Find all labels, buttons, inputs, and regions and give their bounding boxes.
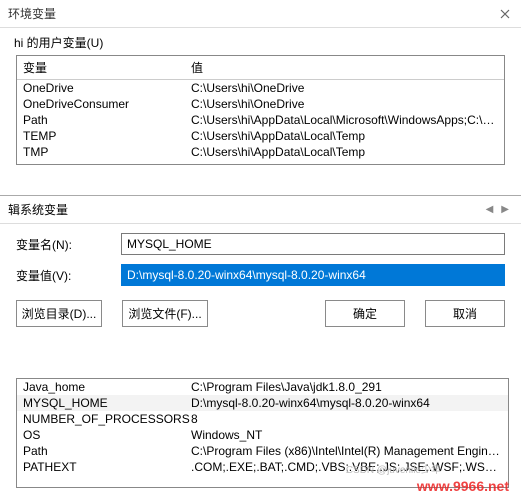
column-header-name[interactable]: 变量: [23, 59, 191, 76]
table-row[interactable]: NUMBER_OF_PROCESSORS8: [17, 411, 508, 427]
watermark-site: www.9966.net: [417, 478, 509, 494]
table-row[interactable]: MYSQL_HOMED:\mysql-8.0.20-winx64\mysql-8…: [17, 395, 508, 411]
table-row[interactable]: TEMPC:\Users\hi\AppData\Local\Temp: [17, 128, 504, 144]
table-row[interactable]: PathC:\Program Files (x86)\Intel\Intel(R…: [17, 443, 508, 459]
watermark-csdn: CSDN @juvenile少年: [346, 461, 441, 476]
variable-name-label: 变量名(N):: [16, 236, 121, 253]
titlebar: 环境变量: [0, 0, 521, 28]
browse-directory-button[interactable]: 浏览目录(D)...: [16, 300, 102, 327]
close-icon[interactable]: [497, 6, 513, 22]
browse-file-button[interactable]: 浏览文件(F)...: [122, 300, 208, 327]
table-row[interactable]: OneDriveC:\Users\hi\OneDrive: [17, 80, 504, 96]
table-row[interactable]: PathC:\Users\hi\AppData\Local\Microsoft\…: [17, 112, 504, 128]
table-row[interactable]: Java_homeC:\Program Files\Java\jdk1.8.0_…: [17, 379, 508, 395]
user-vars-table[interactable]: 变量 值 OneDriveC:\Users\hi\OneDrive OneDri…: [16, 55, 505, 165]
ok-button[interactable]: 确定: [325, 300, 405, 327]
table-header: 变量 值: [17, 56, 504, 80]
edit-dialog-title: 辑系统变量 ◀ ▶: [0, 196, 521, 224]
variable-name-input[interactable]: [121, 233, 505, 255]
edit-system-variable-dialog: 辑系统变量 ◀ ▶ 变量名(N): 变量值(V): D:\mysql-8.0.2…: [0, 195, 521, 377]
variable-value-input[interactable]: D:\mysql-8.0.20-winx64\mysql-8.0.20-winx…: [121, 264, 505, 286]
column-header-value[interactable]: 值: [191, 59, 498, 76]
user-vars-group-label: hi 的用户变量(U): [0, 28, 521, 53]
table-row[interactable]: OneDriveConsumerC:\Users\hi\OneDrive: [17, 96, 504, 112]
dialog-title: 环境变量: [8, 5, 497, 22]
cancel-button[interactable]: 取消: [425, 300, 505, 327]
table-row[interactable]: OSWindows_NT: [17, 427, 508, 443]
chevron-right-icon[interactable]: ▶: [497, 204, 513, 215]
chevron-left-icon[interactable]: ◀: [482, 204, 498, 215]
variable-value-label: 变量值(V):: [16, 267, 121, 284]
table-row[interactable]: TMPC:\Users\hi\AppData\Local\Temp: [17, 144, 504, 160]
